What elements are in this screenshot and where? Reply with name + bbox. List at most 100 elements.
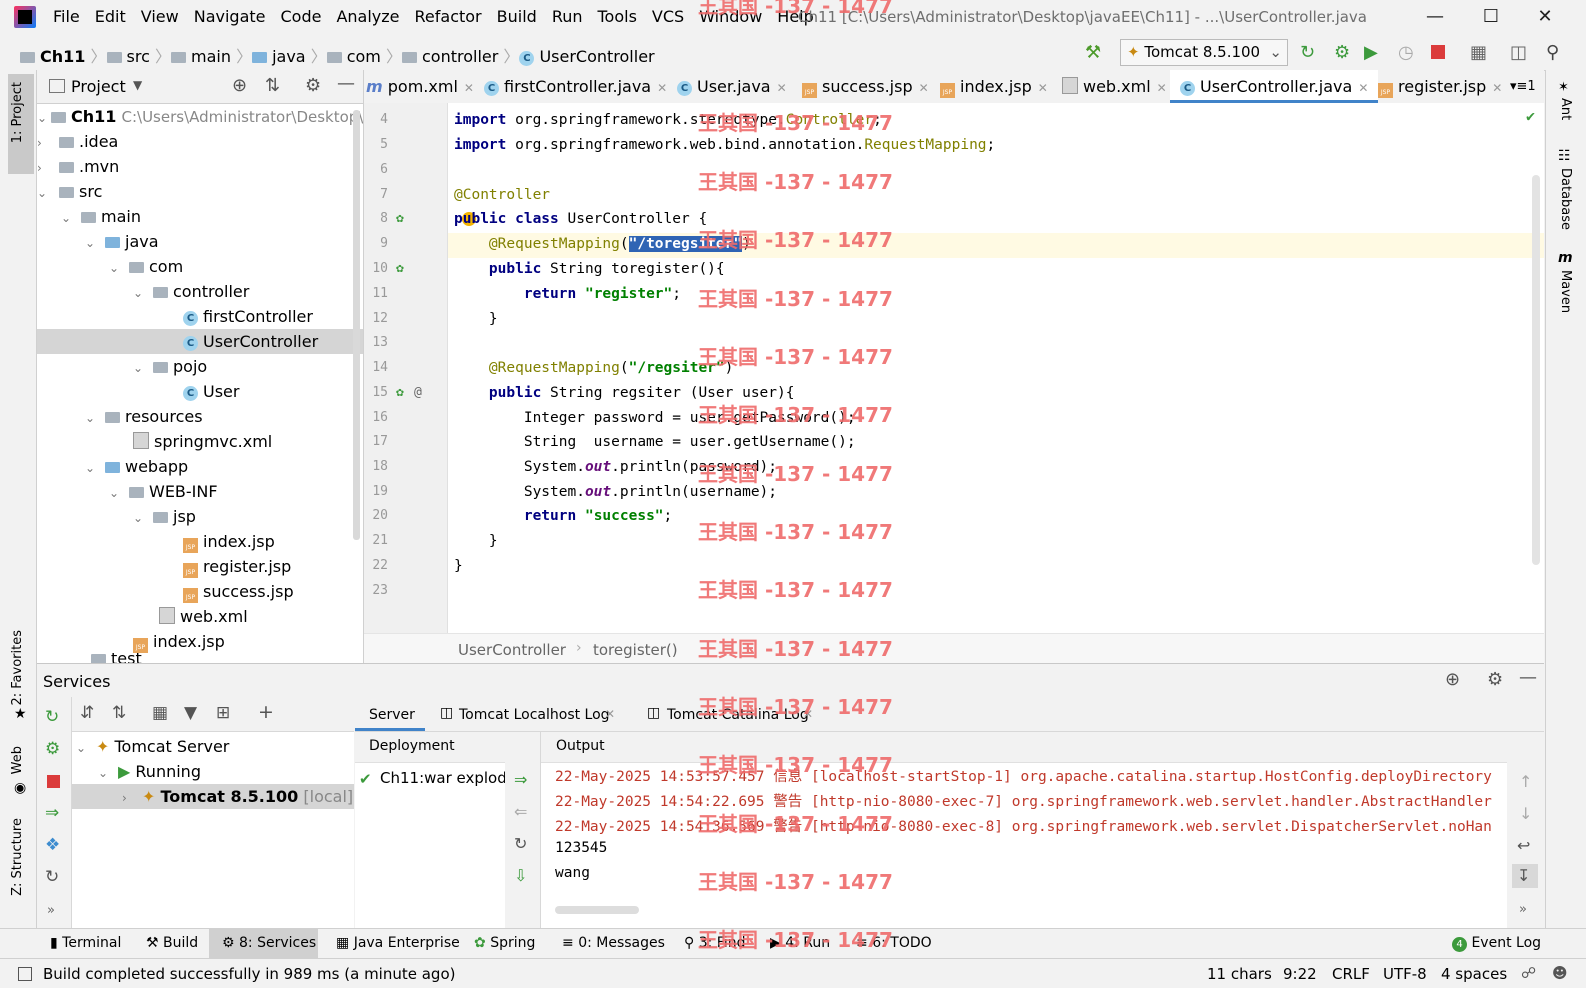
tab-success-jsp[interactable]: JSP success.jsp ✕ [802, 70, 929, 103]
status-encoding[interactable]: UTF-8 [1383, 965, 1427, 983]
tree-item-firstcontroller[interactable]: CfirstController [37, 304, 363, 329]
expand-all-icon[interactable]: ⇵ [80, 703, 94, 723]
tree-item-web-inf[interactable]: ⌄ WEB-INF [37, 479, 363, 504]
chevron-down-icon[interactable]: ⌄ [109, 256, 123, 281]
update-icon[interactable]: ⇩ [514, 866, 527, 885]
refresh-icon[interactable]: ↻ [45, 867, 59, 887]
tab-web-xml[interactable]: web.xml ✕ [1062, 70, 1167, 103]
spring-mapping-gutter-icon[interactable]: ✿ [396, 261, 404, 276]
more-icon[interactable]: » [47, 903, 55, 918]
tab-favorites[interactable]: 2: Favorites [10, 630, 25, 706]
menu-edit[interactable]: Edit [95, 7, 126, 26]
locate-icon[interactable]: ⊕ [1445, 669, 1460, 690]
maximize-icon[interactable]: ☐ [1476, 6, 1506, 27]
tab-localhost-log[interactable]: Tomcat Localhost Log [459, 707, 610, 723]
build-hammer-icon[interactable]: ⚒ [1085, 42, 1101, 63]
tab-spring[interactable]: ✿ Spring [474, 935, 535, 951]
menu-tools[interactable]: Tools [598, 7, 637, 26]
tab-server[interactable]: Server [369, 707, 415, 723]
hide-icon[interactable]: — [1519, 667, 1537, 688]
chevron-down-icon[interactable]: ⌄ [37, 106, 51, 131]
arrow-up-icon[interactable]: ↑ [1519, 772, 1532, 791]
editor-scrollbar[interactable] [1532, 175, 1540, 565]
service-tomcat-instance[interactable]: › ✦ Tomcat 8.5.100 [local] [72, 784, 354, 809]
tree-item-index-jsp-root[interactable]: JSP index.jsp [37, 629, 363, 654]
tree-item-register-jsp[interactable]: JSP register.jsp [37, 554, 363, 579]
refresh-icon[interactable]: ↻ [514, 834, 527, 853]
project-panel-title[interactable]: Project [71, 77, 126, 96]
editor-breadcrumb-method[interactable]: toregister() [593, 641, 678, 659]
locate-icon[interactable]: ⊕ [232, 75, 247, 96]
deploy-icon[interactable]: ⇒ [514, 770, 527, 789]
chevron-down-icon[interactable]: ⌄ [37, 181, 51, 206]
tab-database[interactable]: Database [1558, 168, 1573, 230]
tree-item-resources[interactable]: ⌄ resources [37, 404, 363, 429]
collapse-all-icon[interactable]: ⇅ [265, 75, 280, 96]
tab-register-jsp[interactable]: JSP register.jsp ✕ [1378, 70, 1502, 103]
tab-web[interactable]: Web [10, 746, 25, 774]
tree-item-user[interactable]: C User [37, 379, 363, 404]
minimize-icon[interactable]: — [1420, 6, 1450, 27]
collapse-all-icon[interactable]: ⇅ [112, 703, 126, 723]
tab-index-jsp[interactable]: JSP index.jsp ✕ [940, 70, 1048, 103]
menu-build[interactable]: Build [497, 7, 537, 26]
project-scrollbar[interactable] [353, 110, 360, 540]
terminal-window-icon[interactable]: ◫ [1510, 42, 1527, 63]
chevron-right-icon[interactable]: › [37, 131, 51, 156]
close-tab-icon[interactable]: ✕ [1492, 81, 1502, 95]
spring-mapping-gutter-icon[interactable]: ✿ [396, 385, 404, 400]
chevron-down-icon[interactable]: ⌄ [85, 406, 99, 431]
tree-item-test[interactable]: test [37, 653, 363, 663]
gear-icon[interactable]: ⚙ [1487, 669, 1503, 690]
menu-analyze[interactable]: Analyze [336, 7, 399, 26]
lock-icon[interactable]: ☍ [1521, 964, 1536, 982]
group-by-icon[interactable]: ▦ [152, 703, 168, 723]
rerun-icon[interactable]: ↻ [45, 707, 59, 727]
gear-icon[interactable]: ⚙ [305, 75, 321, 96]
status-caret-position[interactable]: 9:22 [1283, 965, 1317, 983]
output-hscrollbar[interactable] [555, 906, 639, 914]
debug-icon[interactable]: ⚙ [45, 739, 60, 759]
tree-item-src[interactable]: ⌄ src [37, 179, 363, 204]
close-tab-icon[interactable]: ✕ [919, 81, 929, 95]
chevron-right-icon[interactable]: › [122, 786, 136, 811]
breadcrumb-item[interactable]: main [191, 47, 231, 66]
tab-terminal[interactable]: ▮ Terminal [50, 935, 121, 951]
tree-item-java[interactable]: ⌄ java [37, 229, 363, 254]
chevron-down-icon[interactable]: ▼ [133, 78, 142, 92]
menu-run[interactable]: Run [552, 7, 583, 26]
filter-icon[interactable]: ▼ [184, 703, 197, 723]
stop-icon[interactable] [1431, 45, 1445, 59]
new-tab-icon[interactable]: ⊞ [216, 703, 230, 723]
tree-item-main[interactable]: ⌄ main [37, 204, 363, 229]
status-line-separator[interactable]: CRLF [1332, 965, 1370, 983]
tree-item-success-jsp[interactable]: JSP success.jsp [37, 579, 363, 604]
chevron-down-icon[interactable]: ⌄ [133, 281, 147, 306]
tab-messages[interactable]: ≡ 0: Messages [562, 935, 665, 951]
breadcrumb-item[interactable]: UserController [539, 47, 654, 66]
menu-view[interactable]: View [141, 7, 179, 26]
soft-wrap-icon[interactable]: ↩ [1517, 836, 1530, 855]
tab-project[interactable]: 1: Project [10, 82, 25, 143]
tabs-overflow-button[interactable]: ▾≡1 [1510, 70, 1536, 103]
spring-bean-gutter-icon[interactable]: ✿ [396, 211, 404, 226]
close-tab-icon[interactable]: ✕ [657, 81, 667, 95]
tab-java-enterprise[interactable]: ▦ Java Enterprise [336, 935, 460, 951]
tree-item-web-xml[interactable]: web.xml [37, 604, 363, 629]
tab-ant[interactable]: Ant [1558, 98, 1573, 120]
tab-firstcontroller[interactable]: CfirstController.java ✕ [484, 70, 667, 103]
arrow-down-icon[interactable]: ↓ [1519, 804, 1532, 823]
close-tab-icon[interactable]: ✕ [777, 81, 787, 95]
tab-structure[interactable]: Z: Structure [10, 818, 25, 896]
close-tab-icon[interactable]: ✕ [464, 81, 474, 95]
tree-item-index-jsp[interactable]: JSP index.jsp [37, 529, 363, 554]
tree-item-pojo[interactable]: ⌄ pojo [37, 354, 363, 379]
chevron-down-icon[interactable]: ⌄ [133, 506, 147, 531]
close-tab-icon[interactable]: ✕ [1038, 81, 1048, 95]
breadcrumb-item[interactable]: src [127, 47, 150, 66]
output-console[interactable]: 22-May-2025 14:53:57.457 信息 [localhost-s… [541, 762, 1507, 914]
tree-item-controller[interactable]: ⌄ controller [37, 279, 363, 304]
run-config-select[interactable]: ✦ Tomcat 8.5.100 ⌄ [1120, 39, 1288, 66]
service-tomcat-server[interactable]: ⌄ ✦ Tomcat Server [72, 734, 398, 759]
tree-item-webapp[interactable]: ⌄ webapp [37, 454, 363, 479]
